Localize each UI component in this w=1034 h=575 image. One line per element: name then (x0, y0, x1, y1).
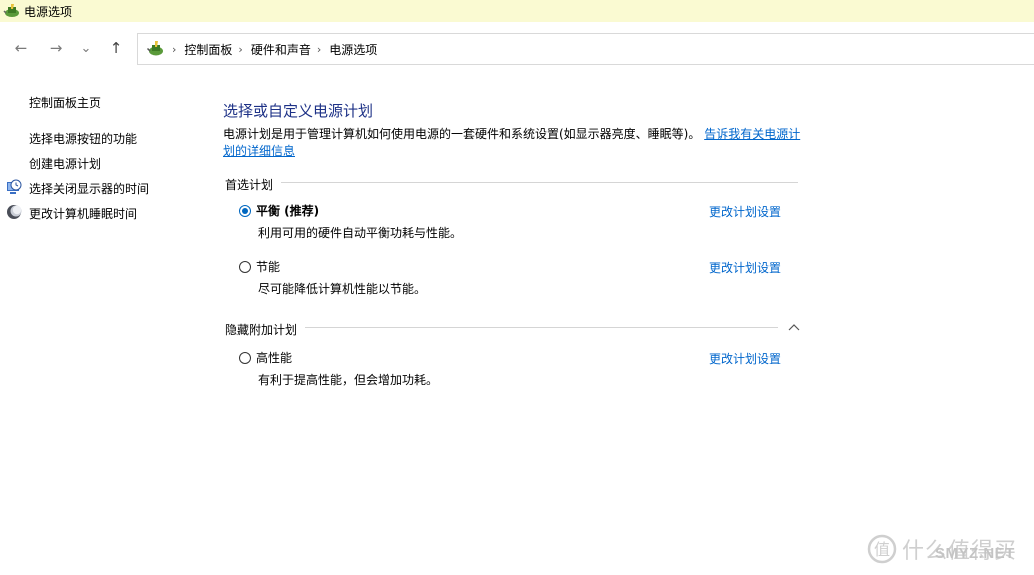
plan-high-performance-change-settings-link[interactable]: 更改计划设置 (709, 350, 781, 367)
plan-power-saver-name[interactable]: 节能 (256, 258, 280, 275)
breadcrumb-separator: › (172, 42, 177, 56)
page-description: 电源计划是用于管理计算机如何使用电源的一套硬件和系统设置(如显示器亮度、睡眠等)… (223, 126, 803, 160)
chevron-down-icon: ⌄ (80, 40, 92, 56)
plan-power-saver-change-settings-link[interactable]: 更改计划设置 (709, 259, 781, 276)
recent-locations-button[interactable]: ⌄ (76, 38, 96, 58)
up-button[interactable]: ↑ (106, 38, 126, 58)
title-bar: 电源选项 (0, 0, 1034, 22)
sidebar-item-control-panel-home[interactable]: 控制面板主页 (29, 94, 101, 111)
sidebar-item-create-plan[interactable]: 创建电源计划 (29, 155, 101, 172)
plan-balanced-description: 利用可用的硬件自动平衡功耗与性能。 (258, 226, 463, 240)
chevron-up-icon[interactable] (787, 322, 801, 332)
power-options-icon (3, 4, 19, 17)
arrow-left-icon: ← (14, 39, 28, 57)
breadcrumb-power-options[interactable]: 电源选项 (329, 41, 377, 58)
hidden-plans-heading: 隐藏附加计划 (225, 321, 306, 338)
sidebar-item-sleep-time[interactable]: 更改计算机睡眠时间 (29, 205, 137, 222)
section-divider (225, 182, 798, 183)
control-panel-icon (146, 41, 163, 56)
svg-text:值: 值 (874, 540, 890, 559)
forward-button[interactable]: → (46, 38, 66, 58)
breadcrumb-separator[interactable]: › (238, 43, 242, 56)
navigation-bar: ← → ⌄ ↑ › 控制面板 › 硬件和声音 › 电源选项 (0, 22, 1034, 72)
window-title: 电源选项 (24, 4, 73, 19)
plan-balanced-name[interactable]: 平衡 (推荐) (256, 202, 319, 219)
plan-high-performance-name[interactable]: 高性能 (256, 349, 292, 366)
description-text: 电源计划是用于管理计算机如何使用电源的一套硬件和系统设置(如显示器亮度、睡眠等)… (223, 127, 701, 141)
plan-power-saver-radio[interactable] (239, 261, 251, 273)
watermark-logo-icon: 值 (867, 534, 897, 564)
breadcrumb-control-panel[interactable]: 控制面板 (184, 41, 232, 58)
preferred-plans-heading: 首选计划 (225, 176, 282, 193)
breadcrumb-hardware-sound[interactable]: 硬件和声音 (251, 41, 311, 58)
arrow-up-icon: ↑ (109, 39, 123, 57)
back-button[interactable]: ← (11, 38, 31, 58)
page-title: 选择或自定义电源计划 (223, 102, 374, 120)
sidebar-item-power-button[interactable]: 选择电源按钮的功能 (29, 130, 137, 147)
section-divider (225, 327, 778, 328)
plan-balanced-change-settings-link[interactable]: 更改计划设置 (709, 203, 781, 220)
address-bar[interactable]: › 控制面板 › 硬件和声音 › 电源选项 (137, 33, 1034, 65)
plan-balanced-radio[interactable] (239, 205, 251, 217)
watermark-site: SMYZ.NET (935, 545, 1015, 562)
clock-monitor-icon (7, 179, 22, 194)
plan-power-saver-description: 尽可能降低计算机性能以节能。 (258, 282, 427, 296)
sidebar-item-display-off-time[interactable]: 选择关闭显示器的时间 (29, 180, 149, 197)
plan-high-performance-radio[interactable] (239, 352, 251, 364)
arrow-right-icon: → (49, 39, 63, 57)
moon-icon (7, 205, 22, 219)
plan-high-performance-description: 有利于提高性能，但会增加功耗。 (258, 373, 439, 387)
breadcrumb-separator[interactable]: › (317, 43, 321, 56)
